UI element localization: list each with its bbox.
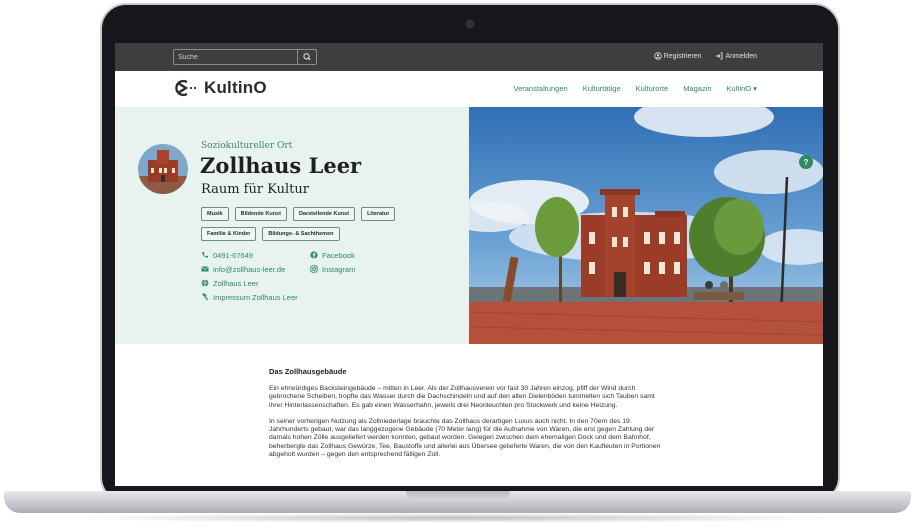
page-subtitle: Raum für Kultur: [201, 182, 309, 197]
venue-photo: ?: [469, 107, 823, 344]
gavel-icon: [201, 293, 209, 301]
instagram-link[interactable]: Instagram: [310, 264, 355, 274]
sign-in-icon: [716, 52, 723, 60]
phone-icon: [201, 251, 209, 259]
main-navbar: KultinO Veranstaltungen Kulturtätige Kul…: [115, 71, 823, 107]
tag-musik[interactable]: Musik: [201, 207, 229, 221]
browser-viewport: Registrieren Anmelden KultinO Veranstal: [115, 43, 823, 486]
tag-bildende-kunst[interactable]: Bildende Kunst: [234, 207, 287, 221]
search-box: [173, 49, 317, 65]
article-title: Das Zollhausgebäude: [269, 367, 347, 376]
login-label: Anmelden: [725, 52, 757, 60]
kultino-logo-icon: [175, 79, 197, 97]
contact-list: 0491-67649 info@zollhaus-leer.de Zollhau…: [201, 250, 298, 302]
article-section: Das Zollhausgebäude Ein ehrwürdiges Back…: [269, 367, 669, 467]
help-button[interactable]: ?: [799, 155, 813, 169]
instagram-label: Instagram: [322, 264, 356, 274]
tag-list: Musik Bildende Kunst Darstellende Kunst …: [201, 207, 431, 241]
register-link[interactable]: Registrieren: [654, 52, 702, 60]
user-circle-icon: [654, 52, 662, 60]
facebook-link[interactable]: Facebook: [310, 250, 355, 260]
zollhaus-building-image: [469, 107, 823, 344]
phone-link[interactable]: 0491-67649: [201, 250, 298, 260]
utility-bar: Registrieren Anmelden: [115, 43, 823, 71]
website-link[interactable]: Zollhaus Leer: [201, 278, 298, 288]
nav-kulturorte[interactable]: Kulturorte: [636, 84, 669, 93]
article-paragraph: In seiner vorherigen Nutzung als Zollnie…: [269, 417, 661, 459]
profile-header: Soziokultureller Ort Zollhaus Leer Raum …: [115, 107, 469, 344]
tag-literatur[interactable]: Literatur: [361, 207, 396, 221]
facebook-label: Facebook: [322, 250, 355, 260]
email-link[interactable]: info@zollhaus-leer.de: [201, 264, 298, 274]
laptop-notch: [406, 491, 510, 500]
tag-darstellende-kunst[interactable]: Darstellende Kunst: [292, 207, 356, 221]
search-icon: [303, 53, 311, 61]
social-list: Facebook Instagram: [310, 250, 355, 274]
account-links: Registrieren Anmelden: [654, 52, 757, 60]
imprint-label: Impressum Zollhaus Leer: [213, 292, 298, 302]
tag-bildungs-sachthemen[interactable]: Bildungs- & Sachthemen: [262, 227, 340, 241]
site-logo[interactable]: KultinO: [173, 78, 267, 98]
nav-veranstaltungen[interactable]: Veranstaltungen: [513, 84, 567, 93]
nav-kultino-dropdown[interactable]: KultinO ▾: [727, 84, 757, 93]
article-paragraph: Ein ehrwürdiges Backsteingebäude – mitte…: [269, 385, 655, 409]
nav-magazin[interactable]: Magazin: [683, 84, 711, 93]
search-input[interactable]: [174, 50, 299, 64]
phone-number: 0491-67649: [213, 250, 254, 260]
email-address: info@zollhaus-leer.de: [213, 264, 286, 274]
profile-category: Soziokultureller Ort: [201, 141, 293, 151]
register-label: Registrieren: [663, 52, 702, 60]
webcam: [466, 20, 474, 28]
logo-text: KultinO: [204, 78, 267, 97]
main-menu: Veranstaltungen Kulturtätige Kulturorte …: [513, 84, 757, 93]
envelope-icon: [201, 265, 209, 273]
help-label: ?: [803, 157, 809, 167]
tag-familie-kinder[interactable]: Familie & Kinder: [201, 227, 257, 241]
globe-icon: [201, 279, 209, 287]
facebook-icon: [310, 251, 318, 259]
instagram-icon: [310, 265, 318, 273]
laptop-shadow: [60, 513, 855, 523]
nav-kulturtaetige[interactable]: Kulturtätige: [583, 84, 621, 93]
website-label: Zollhaus Leer: [213, 278, 259, 288]
search-button[interactable]: [297, 49, 317, 65]
page-title: Zollhaus Leer: [200, 153, 362, 178]
imprint-link[interactable]: Impressum Zollhaus Leer: [201, 292, 298, 302]
login-link[interactable]: Anmelden: [715, 52, 757, 60]
avatar: [138, 144, 188, 194]
